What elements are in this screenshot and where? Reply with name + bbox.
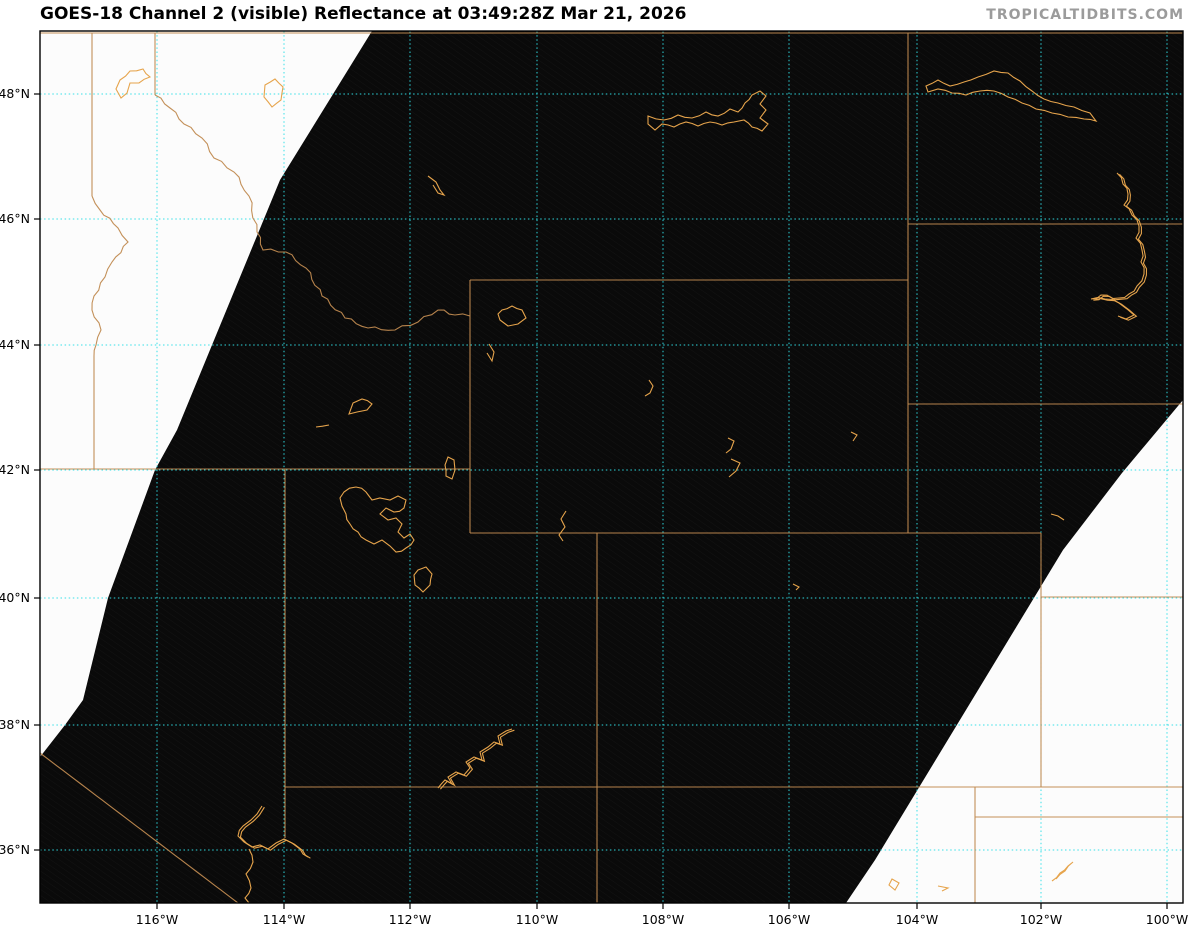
tick-label-lon-112°W: 112°W xyxy=(389,912,431,927)
screenshot-root: GOES-18 Channel 2 (visible) Reflectance … xyxy=(0,0,1200,929)
tick-label-lon-100°W: 100°W xyxy=(1146,912,1188,927)
tick-label-lat-44°N: 44°N xyxy=(0,337,30,352)
tick-label-lat-46°N: 46°N xyxy=(0,211,30,226)
tick-label-lon-110°W: 110°W xyxy=(516,912,558,927)
tick-label-lon-116°W: 116°W xyxy=(136,912,178,927)
satellite-map: 116°W 114°W 112°W 110°W 108°W 106°W 104°W 102°W… xyxy=(0,30,1188,927)
tick-label-lat-40°N: 40°N xyxy=(0,590,30,605)
tick-label-lat-48°N: 48°N xyxy=(0,86,30,101)
tick-label-lat-36°N: 36°N xyxy=(0,842,30,857)
tick-label-lat-42°N: 42°N xyxy=(0,462,30,477)
tick-label-lon-104°W: 104°W xyxy=(896,912,938,927)
tick-label-lat-38°N: 38°N xyxy=(0,717,30,732)
tick-label-lon-114°W: 114°W xyxy=(263,912,305,927)
tick-label-lon-106°W: 106°W xyxy=(768,912,810,927)
tick-label-lon-108°W: 108°W xyxy=(642,912,684,927)
tick-label-lon-102°W: 102°W xyxy=(1020,912,1062,927)
